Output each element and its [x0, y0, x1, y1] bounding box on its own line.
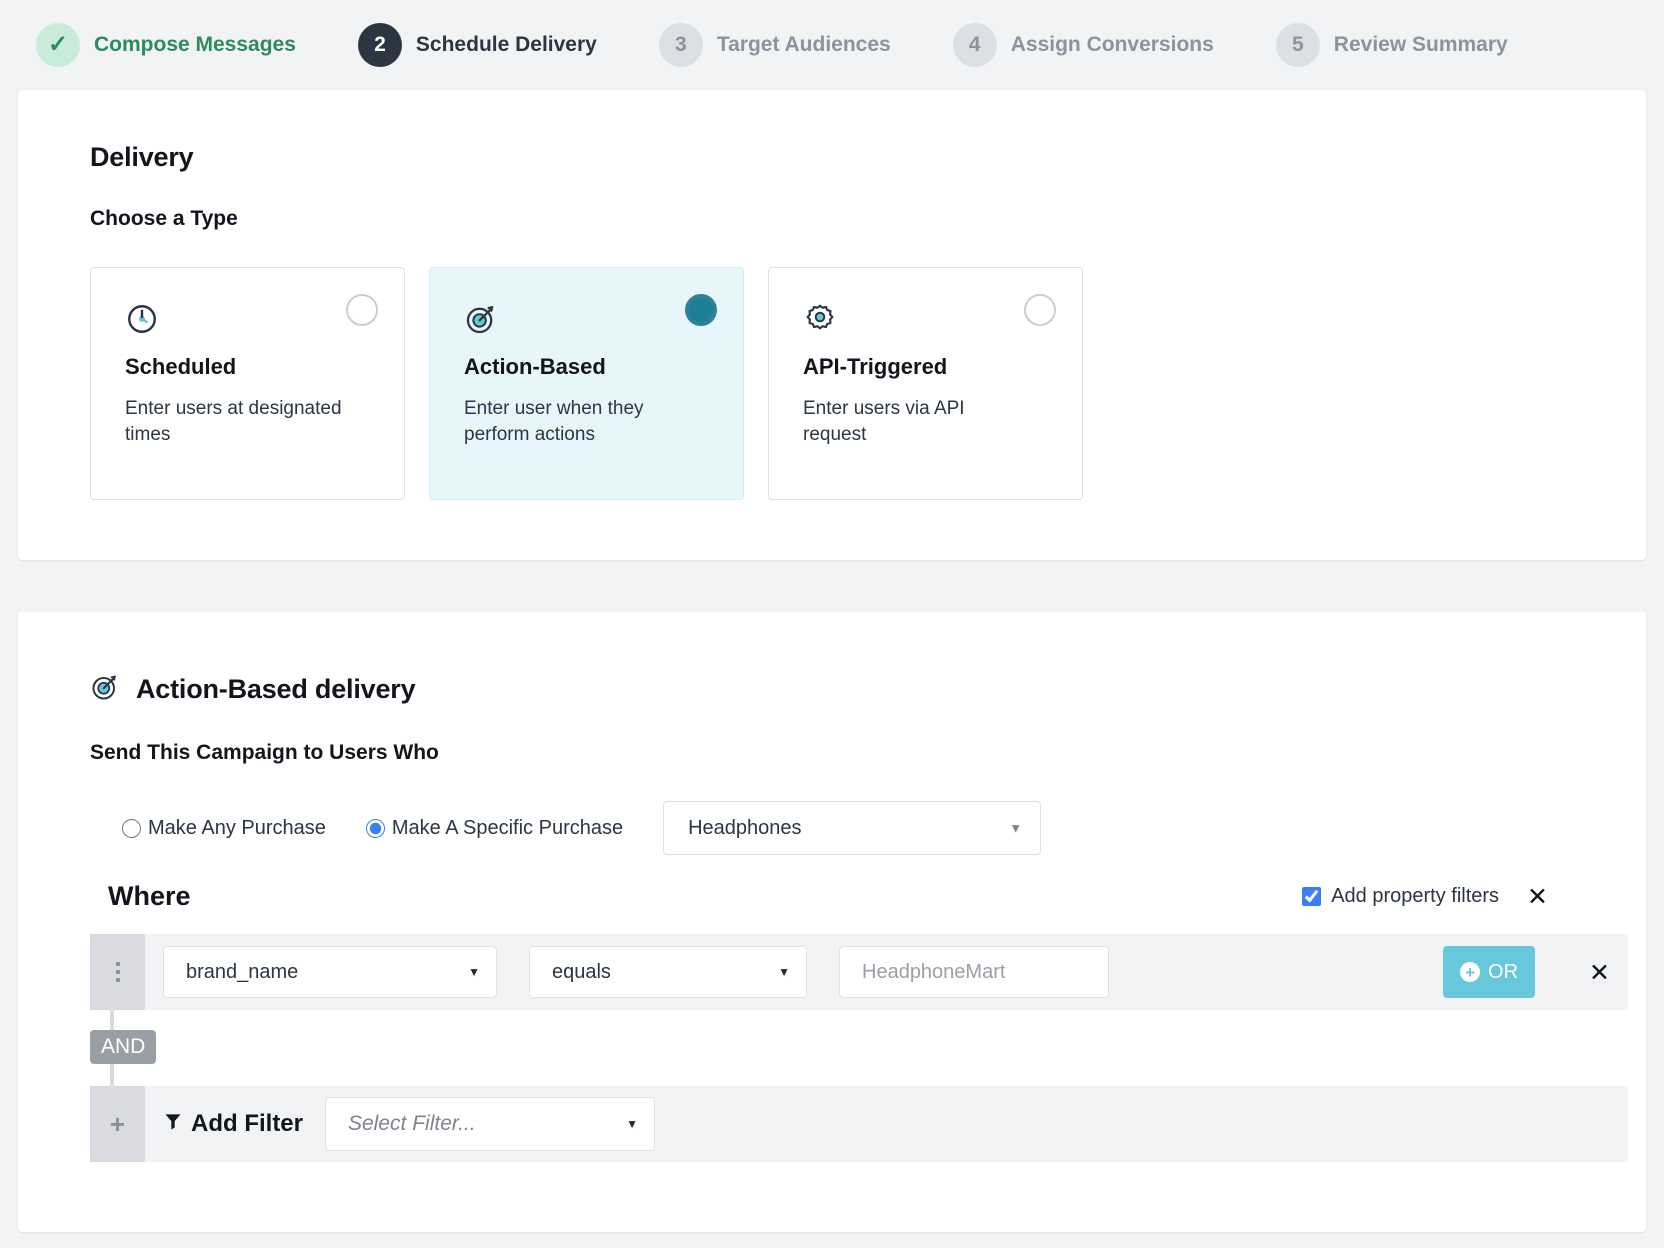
step-review-summary[interactable]: 5 Review Summary [1275, 23, 1508, 67]
action-based-delivery-title: Action-Based delivery [136, 674, 416, 704]
add-filter-button[interactable]: Add Filter [163, 1110, 303, 1138]
filter-row-body: brand_name ▼ equals ▼ HeadphoneMart + OR… [145, 934, 1628, 1010]
step-target-audiences[interactable]: 3 Target Audiences [658, 23, 891, 67]
step-3-badge: 3 [658, 23, 703, 67]
drag-dots-icon [115, 962, 120, 982]
add-filter-row-body: Add Filter Select Filter... ▼ [145, 1086, 1628, 1162]
add-property-filters-checkbox[interactable] [1302, 887, 1322, 906]
send-campaign-label: Send This Campaign to Users Who [90, 741, 439, 764]
chevron-down-icon: ▼ [468, 965, 480, 979]
radio-option-make-any-purchase[interactable]: Make Any Purchase [122, 817, 326, 840]
chevron-down-icon: ▼ [626, 1117, 638, 1131]
radio-make-specific-purchase[interactable] [365, 818, 385, 838]
delivery-type-radio-scheduled[interactable] [346, 294, 378, 326]
radio-label-make-any-purchase[interactable]: Make Any Purchase [148, 817, 326, 840]
step-2-label: Schedule Delivery [415, 33, 597, 56]
add-row-handle[interactable]: + [90, 1086, 145, 1162]
delivery-type-desc-api-triggered: Enter users via API request [803, 398, 965, 445]
add-filter-row: + Add Filter Select Filter... ▼ [90, 1086, 1628, 1162]
radio-option-make-specific-purchase[interactable]: Make A Specific Purchase [365, 817, 623, 840]
drag-handle-icon[interactable] [90, 934, 145, 1010]
filter-property-value: brand_name [186, 960, 299, 983]
close-icon: ✕ [1589, 957, 1610, 987]
step-3-label: Target Audiences [716, 33, 891, 56]
chevron-down-icon: ▼ [778, 965, 790, 979]
add-or-condition-button[interactable]: + OR [1443, 946, 1536, 998]
delivery-type-cards: Scheduled Enter users at designated time… [90, 267, 1646, 500]
filter-value-placeholder: HeadphoneMart [862, 960, 1006, 983]
chevron-down-icon: ▼ [1009, 820, 1023, 836]
filter-property-select[interactable]: brand_name ▼ [163, 946, 497, 998]
plus-circle-icon: + [1460, 962, 1481, 982]
delivery-type-card-action-based[interactable]: Action-Based Enter user when they perfor… [429, 267, 744, 500]
step-1-badge: ✓ [36, 23, 80, 67]
where-label: Where [108, 881, 191, 911]
close-icon[interactable]: ✕ [1527, 884, 1548, 909]
step-schedule-delivery[interactable]: 2 Schedule Delivery [357, 23, 597, 67]
filter-value-input[interactable]: HeadphoneMart [839, 946, 1109, 998]
where-header-actions: Add property filters ✕ [1302, 884, 1548, 909]
delivery-type-radio-api-triggered[interactable] [1024, 294, 1056, 326]
product-select[interactable]: Headphones ▼ [663, 801, 1042, 855]
step-1-label: Compose Messages [94, 33, 296, 56]
add-filter-label: Add Filter [191, 1110, 303, 1137]
filter-operator-select[interactable]: equals ▼ [529, 946, 807, 998]
select-filter-dropdown[interactable]: Select Filter... ▼ [325, 1097, 655, 1151]
product-select-value: Headphones [688, 816, 802, 839]
gear-icon [803, 302, 1048, 340]
delivery-type-name-scheduled: Scheduled [125, 354, 237, 379]
and-badge[interactable]: AND [90, 1030, 157, 1065]
step-4-label: Assign Conversions [1010, 33, 1214, 56]
step-2-badge: 2 [357, 23, 402, 67]
action-based-delivery-panel: Action-Based delivery Send This Campaign… [18, 612, 1646, 1232]
funnel-icon [163, 1110, 183, 1138]
delivery-type-name-action-based: Action-Based [464, 354, 606, 379]
page-title: Delivery [90, 142, 194, 172]
plus-icon: + [109, 1109, 126, 1139]
delivery-type-desc-scheduled: Enter users at designated times [125, 398, 342, 445]
delivery-panel: Delivery Choose a Type Scheduled Enter u… [18, 90, 1646, 560]
step-assign-conversions[interactable]: 4 Assign Conversions [952, 23, 1214, 67]
step-5-label: Review Summary [1333, 33, 1508, 56]
action-based-delivery-header: Action-Based delivery [90, 672, 1646, 707]
delivery-type-desc-action-based: Enter user when they perform actions [464, 398, 644, 445]
radio-make-any-purchase[interactable] [122, 818, 141, 838]
add-property-filters-control[interactable]: Add property filters [1302, 885, 1499, 908]
filter-operator-value: equals [552, 960, 611, 983]
purchase-type-radio-group: Make Any Purchase Make A Specific Purcha… [90, 801, 1646, 855]
delivery-type-card-api-triggered[interactable]: API-Triggered Enter users via API reques… [768, 267, 1083, 500]
filter-row: brand_name ▼ equals ▼ HeadphoneMart + OR… [90, 934, 1628, 1010]
choose-type-label: Choose a Type [90, 207, 238, 230]
select-filter-placeholder: Select Filter... [348, 1112, 476, 1135]
check-icon: ✓ [47, 31, 69, 58]
add-or-condition-label: OR [1488, 960, 1519, 983]
filter-connector: AND [90, 1010, 1628, 1086]
progress-stepper: ✓ Compose Messages 2 Schedule Delivery 3… [0, 0, 1664, 90]
step-compose-messages[interactable]: ✓ Compose Messages [36, 23, 296, 67]
delivery-type-name-api-triggered: API-Triggered [803, 354, 948, 379]
delivery-type-radio-action-based[interactable] [685, 294, 717, 326]
filter-builder: brand_name ▼ equals ▼ HeadphoneMart + OR… [90, 934, 1646, 1162]
step-4-badge: 4 [952, 23, 997, 67]
delivery-type-card-scheduled[interactable]: Scheduled Enter users at designated time… [90, 267, 405, 500]
target-icon [464, 302, 709, 340]
where-header-row: Where Add property filters ✕ [90, 881, 1646, 912]
add-property-filters-label[interactable]: Add property filters [1331, 885, 1499, 908]
radio-label-make-specific-purchase[interactable]: Make A Specific Purchase [392, 817, 623, 840]
remove-filter-row-button[interactable]: ✕ [1567, 960, 1610, 985]
clock-icon [125, 302, 370, 340]
target-icon [90, 672, 120, 707]
step-5-badge: 5 [1275, 23, 1320, 67]
